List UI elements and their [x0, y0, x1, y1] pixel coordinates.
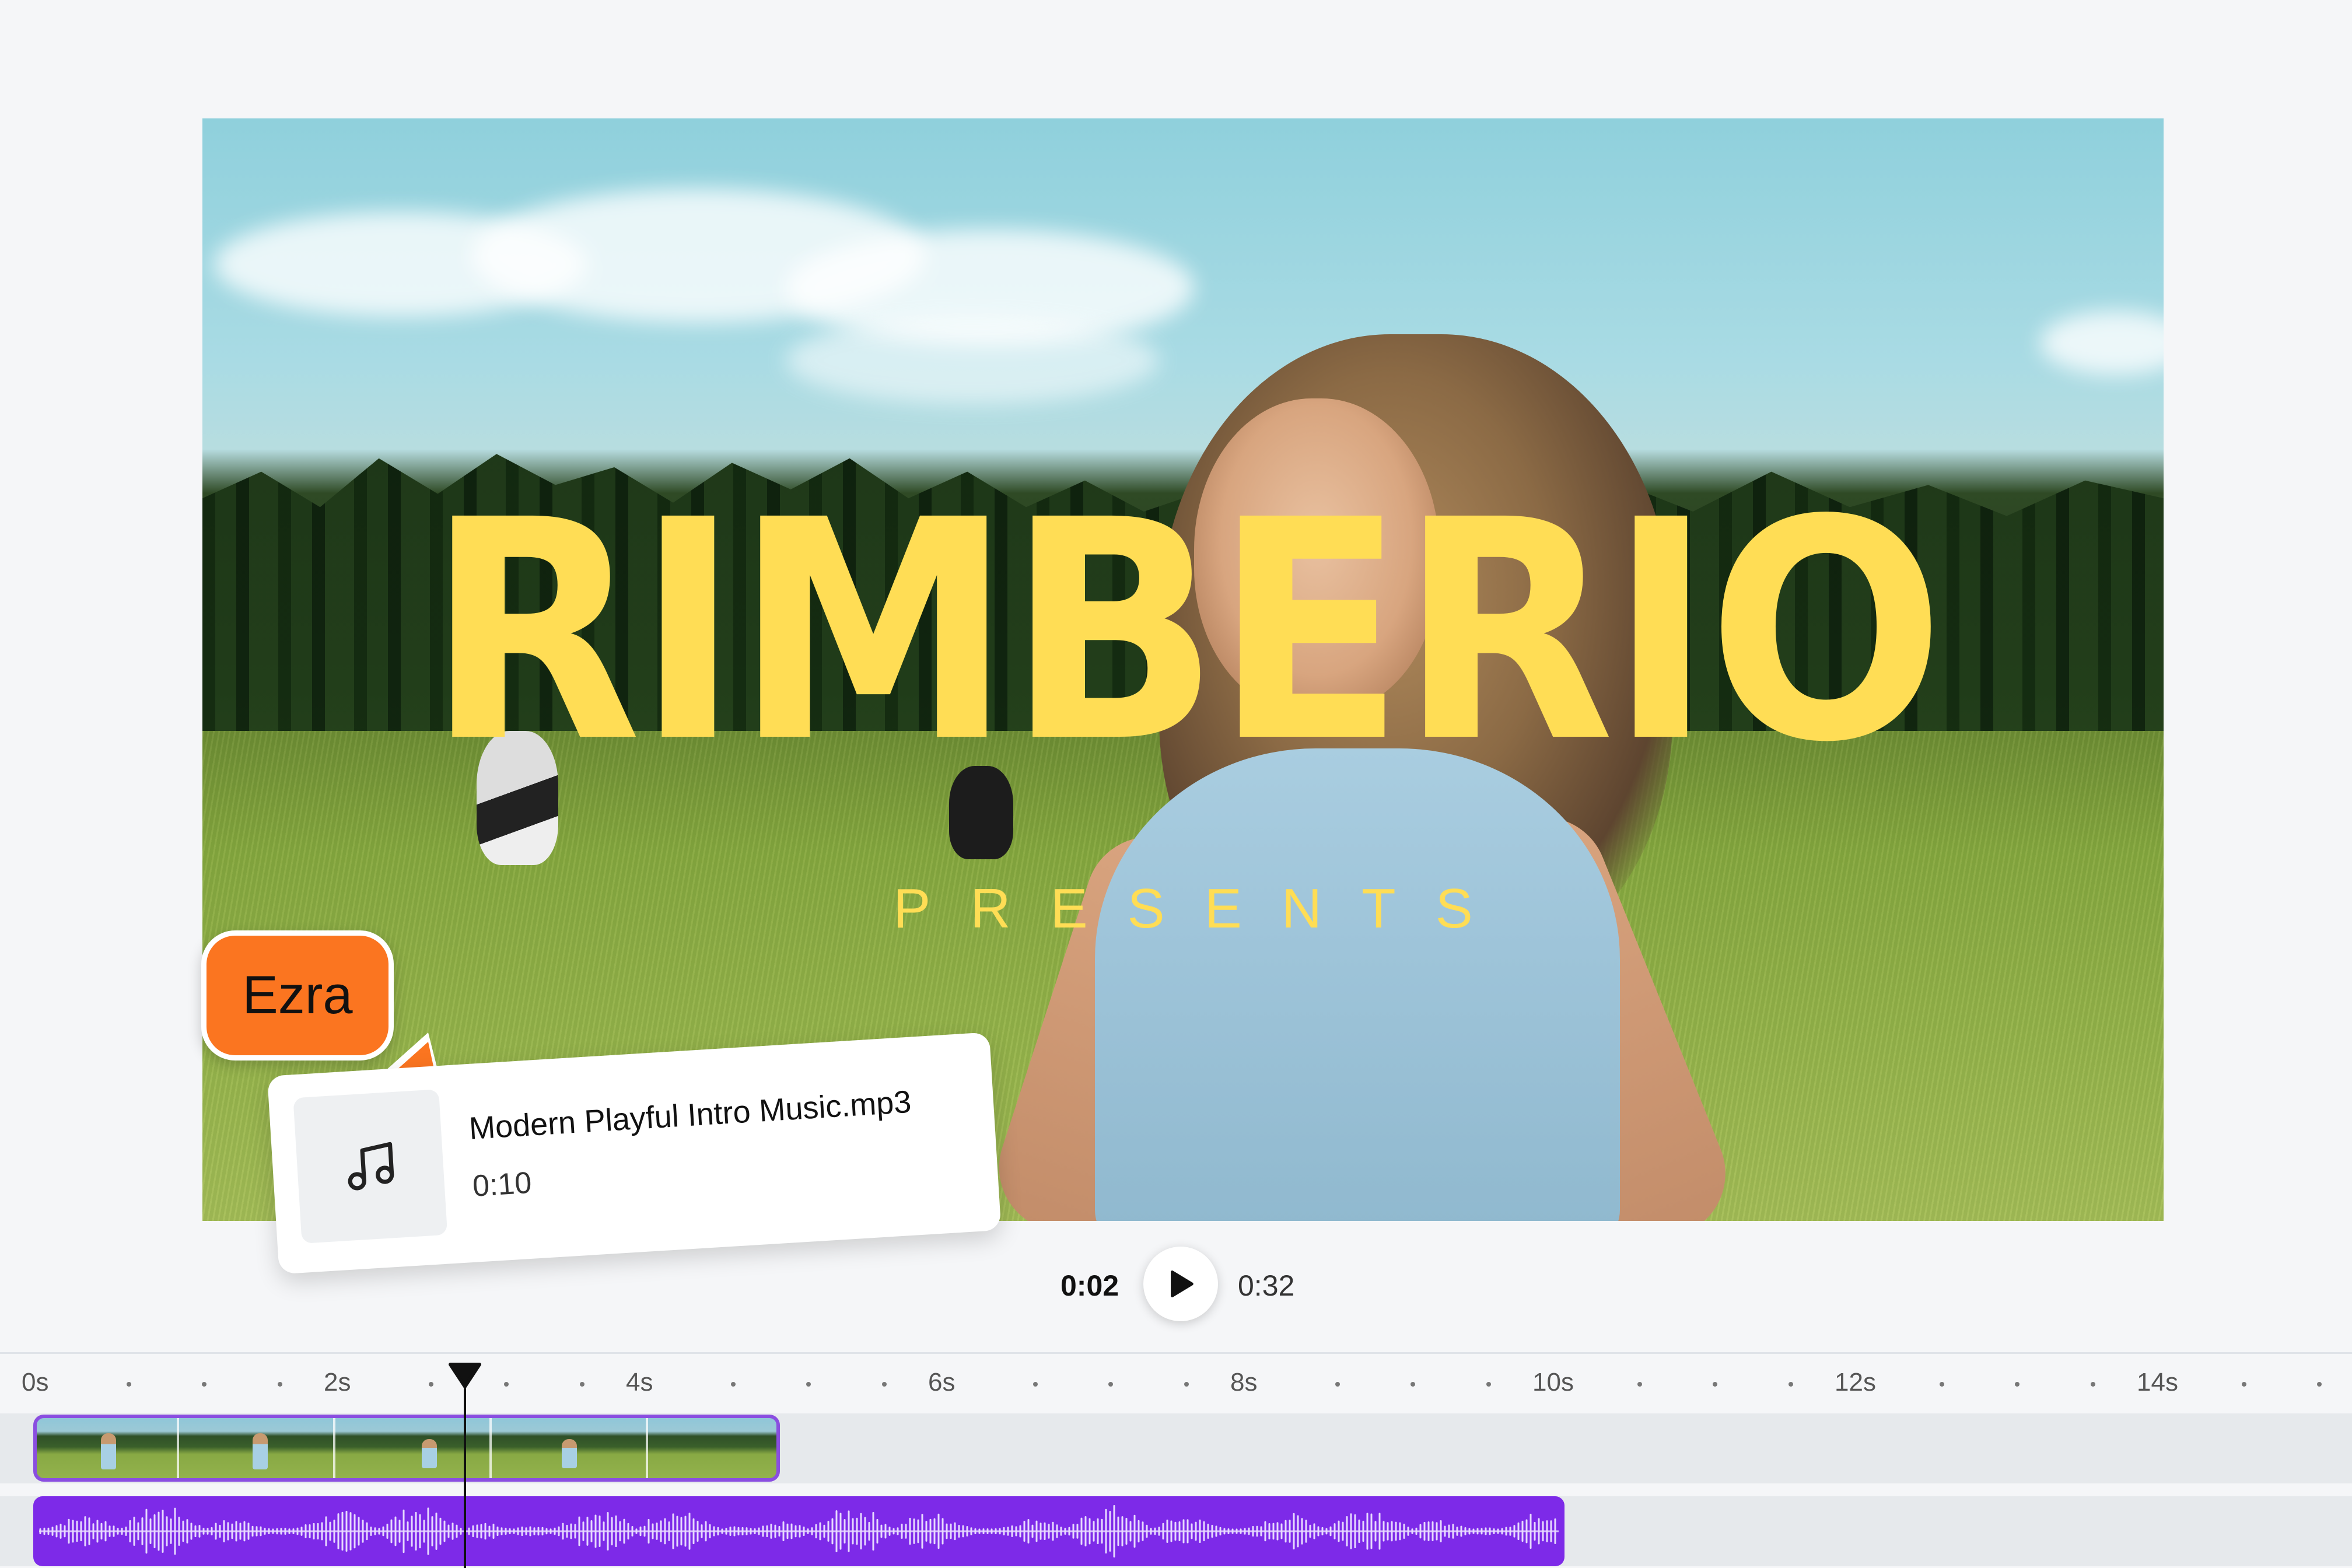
tick-dot [504, 1382, 509, 1387]
canvas-title[interactable]: RIMBERIO [281, 480, 2085, 783]
playhead-handle-icon[interactable] [448, 1362, 482, 1389]
tick-label: 4s [626, 1368, 653, 1396]
tick-dot [1335, 1382, 1340, 1387]
cloud [786, 317, 1159, 404]
tick-dot [1713, 1382, 1717, 1387]
clip-thumbnail-person [562, 1439, 577, 1468]
collaborator-tag: Ezra [201, 930, 394, 1060]
tick-dot [579, 1382, 584, 1387]
tick-dot [1788, 1382, 1793, 1387]
tick-dot [1486, 1382, 1491, 1387]
total-time: 0:32 [1238, 1269, 1295, 1302]
tick-label: 8s [1230, 1368, 1258, 1396]
audio-thumbnail [293, 1089, 448, 1244]
clip-thumbnail-person [422, 1439, 437, 1468]
tick-dot [1939, 1382, 1944, 1387]
tick-dot [1184, 1382, 1189, 1387]
play-button[interactable] [1143, 1247, 1218, 1321]
play-icon [1171, 1270, 1194, 1297]
playhead-line[interactable] [464, 1388, 466, 1568]
tick-label: 12s [1835, 1368, 1876, 1396]
tick-label: 2s [324, 1368, 351, 1396]
cloud [2040, 311, 2164, 375]
frame-separator [333, 1418, 335, 1478]
current-time: 0:02 [1060, 1269, 1119, 1302]
timeline-divider [0, 1352, 2352, 1354]
tick-dot [1410, 1382, 1415, 1387]
tick-dot [1108, 1382, 1113, 1387]
tick-dot [2090, 1382, 2095, 1387]
canvas-subtitle[interactable]: PRESENTS [202, 877, 2164, 941]
tick-label: 10s [1532, 1368, 1574, 1396]
tick-dot [806, 1382, 811, 1387]
tick-dot [730, 1382, 736, 1387]
music-note-icon [348, 1142, 394, 1191]
tick-dot [1032, 1382, 1038, 1387]
tick-dot [1637, 1382, 1642, 1387]
tick-dot [277, 1382, 282, 1387]
tick-dot [2241, 1382, 2246, 1387]
frame-separator [489, 1418, 492, 1478]
tick-dot [881, 1382, 887, 1387]
tick-label: 6s [928, 1368, 956, 1396]
video-canvas[interactable]: RIMBERIO PRESENTS [202, 118, 2164, 1221]
audio-clip[interactable] [33, 1496, 1564, 1566]
clip-thumbnail-person [101, 1433, 116, 1469]
tick-dot [126, 1382, 131, 1387]
audio-file-name: Modern Playful Intro Music.mp3 [468, 1084, 912, 1146]
clip-thumbnail-person [253, 1433, 268, 1469]
audio-duration: 0:10 [471, 1166, 533, 1203]
tick-label: 14s [2137, 1368, 2178, 1396]
tick-dot [428, 1382, 433, 1387]
timeline-ruler[interactable]: 0s 2s 4s 6s 8s 10s 12s 14s [0, 1368, 2352, 1403]
girl-dress [1095, 748, 1620, 1221]
video-clip[interactable] [33, 1415, 780, 1482]
collaborator-name: Ezra [242, 965, 353, 1025]
audio-waveform [39, 1504, 1559, 1558]
tick-dot [202, 1382, 206, 1387]
frame-separator [177, 1418, 179, 1478]
frame-separator [646, 1418, 648, 1478]
tick-dot [2317, 1382, 2322, 1387]
tick-dot [2015, 1382, 2020, 1387]
tick-label: 0s [22, 1368, 49, 1396]
